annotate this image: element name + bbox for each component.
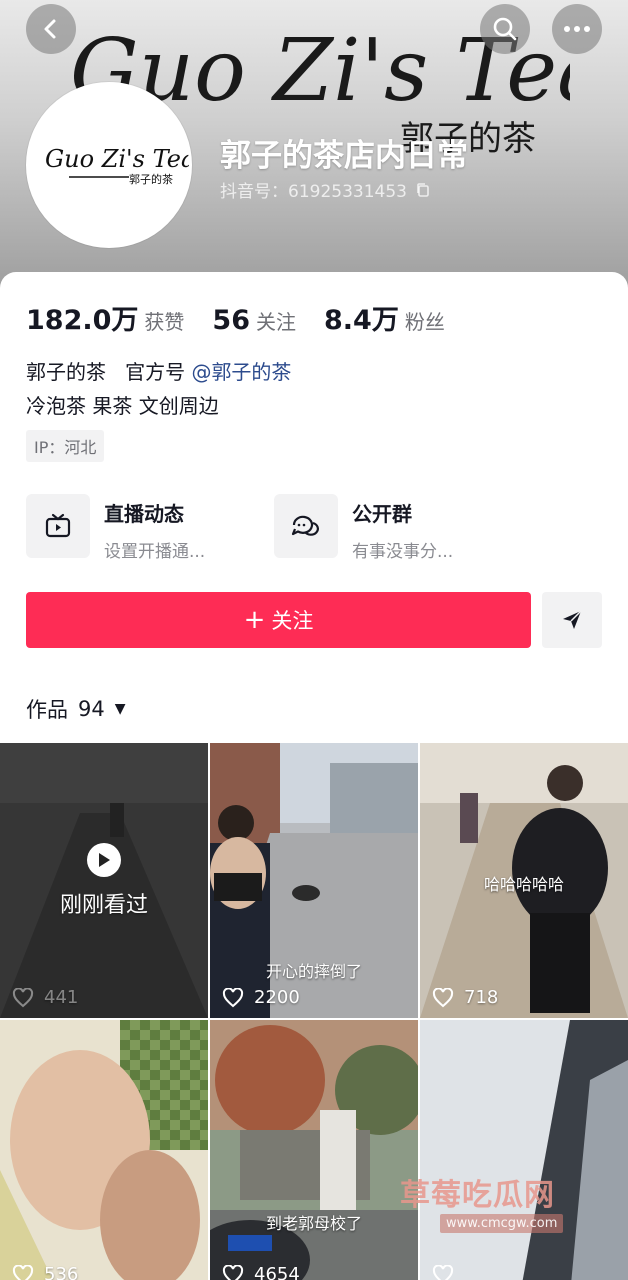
following-count[interactable]: 56 bbox=[212, 305, 250, 336]
just-watched-overlay: 刚刚看过 bbox=[0, 843, 208, 919]
paper-plane-icon bbox=[563, 610, 582, 629]
avatar[interactable]: Guo Zi's Tea 郭子的茶 bbox=[26, 82, 192, 248]
works-label: 作品 bbox=[26, 698, 68, 722]
more-dots-icon bbox=[564, 26, 590, 32]
video-caption: 开心的摔倒了 bbox=[265, 962, 362, 981]
heart-icon bbox=[12, 1264, 34, 1280]
tab-works[interactable]: 作品 94 ▼ bbox=[26, 694, 126, 724]
tv-icon bbox=[26, 494, 90, 558]
back-button[interactable] bbox=[26, 4, 76, 54]
copy-icon[interactable] bbox=[415, 182, 431, 198]
video-likes: 2200 bbox=[222, 987, 300, 1008]
video-thumbnail[interactable]: 536 bbox=[0, 1020, 208, 1280]
chat-bubbles-icon bbox=[274, 494, 338, 558]
more-button[interactable] bbox=[552, 4, 602, 54]
share-button[interactable] bbox=[542, 592, 602, 648]
chevron-left-icon bbox=[44, 19, 56, 39]
bio-line-2: 冷泡茶 果茶 文创周边 bbox=[26, 394, 219, 418]
avatar-logo-chinese: 郭子的茶 bbox=[129, 172, 173, 186]
shop-name: 郭子的茶店内日常 bbox=[220, 138, 468, 174]
video-likes: 4654 bbox=[222, 1264, 300, 1280]
avatar-logo: Guo Zi's Tea 郭子的茶 bbox=[45, 145, 189, 186]
video-caption: 哈哈哈哈哈 bbox=[483, 875, 564, 894]
video-likes: 441 bbox=[12, 987, 78, 1008]
video-likes-count: 4654 bbox=[254, 1264, 300, 1280]
heart-icon bbox=[432, 987, 454, 1007]
live-feed-subtitle: 设置开播通... bbox=[104, 542, 206, 562]
profile-header: Guo Zi's Tea 郭子的茶 Guo Zi's Tea 郭子的茶 郭子的茶… bbox=[0, 0, 628, 300]
public-group-title: 公开群 bbox=[352, 502, 412, 526]
search-icon bbox=[493, 17, 517, 41]
ip-location-badge: IP：河北 bbox=[26, 430, 105, 462]
play-icon bbox=[87, 843, 121, 877]
likes-label[interactable]: 获赞 bbox=[144, 306, 184, 335]
bio-mention-link[interactable]: @郭子的茶 bbox=[191, 360, 291, 384]
likes-count[interactable]: 182.0万 bbox=[26, 298, 138, 337]
heart-icon bbox=[12, 987, 34, 1007]
video-thumbnail[interactable]: 哈哈哈哈哈 718 bbox=[420, 743, 628, 1018]
public-group-subtitle: 有事没事分... bbox=[352, 542, 454, 562]
heart-icon bbox=[222, 987, 244, 1007]
stats-row: 182.0万 获赞 56 关注 8.4万 粉丝 bbox=[26, 298, 473, 337]
watermark-url: www.cmcgw.com bbox=[440, 1214, 564, 1233]
video-thumbnail[interactable]: 到老郭母校了 4654 bbox=[210, 1020, 418, 1280]
watermark-text: 草莓吃瓜网 bbox=[400, 1178, 555, 1213]
caret-down-icon[interactable]: ▼ bbox=[115, 701, 126, 717]
video-likes: 718 bbox=[432, 987, 498, 1008]
public-group-entry[interactable]: 公开群 有事没事分... bbox=[274, 494, 453, 562]
bio-prefix: 郭子的茶 官方号 bbox=[26, 360, 186, 384]
video-likes-count: 441 bbox=[44, 987, 79, 1008]
douyin-id-row[interactable]: 抖音号：61925331453 bbox=[220, 177, 431, 202]
video-caption: 到老郭母校了 bbox=[265, 1214, 362, 1233]
video-thumbnail[interactable] bbox=[420, 1020, 628, 1280]
live-feed-entry[interactable]: 直播动态 设置开播通... bbox=[26, 494, 205, 562]
works-count: 94 bbox=[78, 697, 105, 721]
video-likes-count: 718 bbox=[464, 987, 499, 1008]
avatar-logo-text: Guo Zi's Tea bbox=[45, 145, 189, 173]
followers-label[interactable]: 粉丝 bbox=[405, 306, 445, 335]
video-likes bbox=[432, 1265, 464, 1280]
video-thumbnail[interactable]: 开心的摔倒了 2200 bbox=[210, 743, 418, 1018]
video-thumbnail-image bbox=[210, 1020, 418, 1280]
video-likes-count: 2200 bbox=[254, 987, 300, 1008]
video-likes-count: 536 bbox=[44, 1264, 79, 1280]
douyin-id-text: 抖音号：61925331453 bbox=[220, 182, 407, 202]
plus-icon: + bbox=[243, 605, 266, 635]
followers-count[interactable]: 8.4万 bbox=[324, 298, 399, 337]
following-label[interactable]: 关注 bbox=[256, 306, 296, 335]
video-thumbnail[interactable]: 刚刚看过 441 bbox=[0, 743, 208, 1018]
search-button[interactable] bbox=[480, 4, 530, 54]
live-feed-title: 直播动态 bbox=[104, 502, 184, 526]
follow-label: 关注 bbox=[271, 609, 314, 633]
video-thumbnail-image bbox=[420, 1020, 628, 1280]
video-likes: 536 bbox=[12, 1264, 78, 1280]
heart-icon bbox=[432, 1265, 454, 1280]
bio-line-1: 郭子的茶 官方号 @郭子的茶 bbox=[26, 356, 291, 385]
follow-button[interactable]: + 关注 bbox=[26, 592, 531, 648]
video-thumbnail-image bbox=[0, 1020, 208, 1280]
heart-icon bbox=[222, 1264, 244, 1280]
just-watched-label: 刚刚看过 bbox=[59, 893, 148, 918]
